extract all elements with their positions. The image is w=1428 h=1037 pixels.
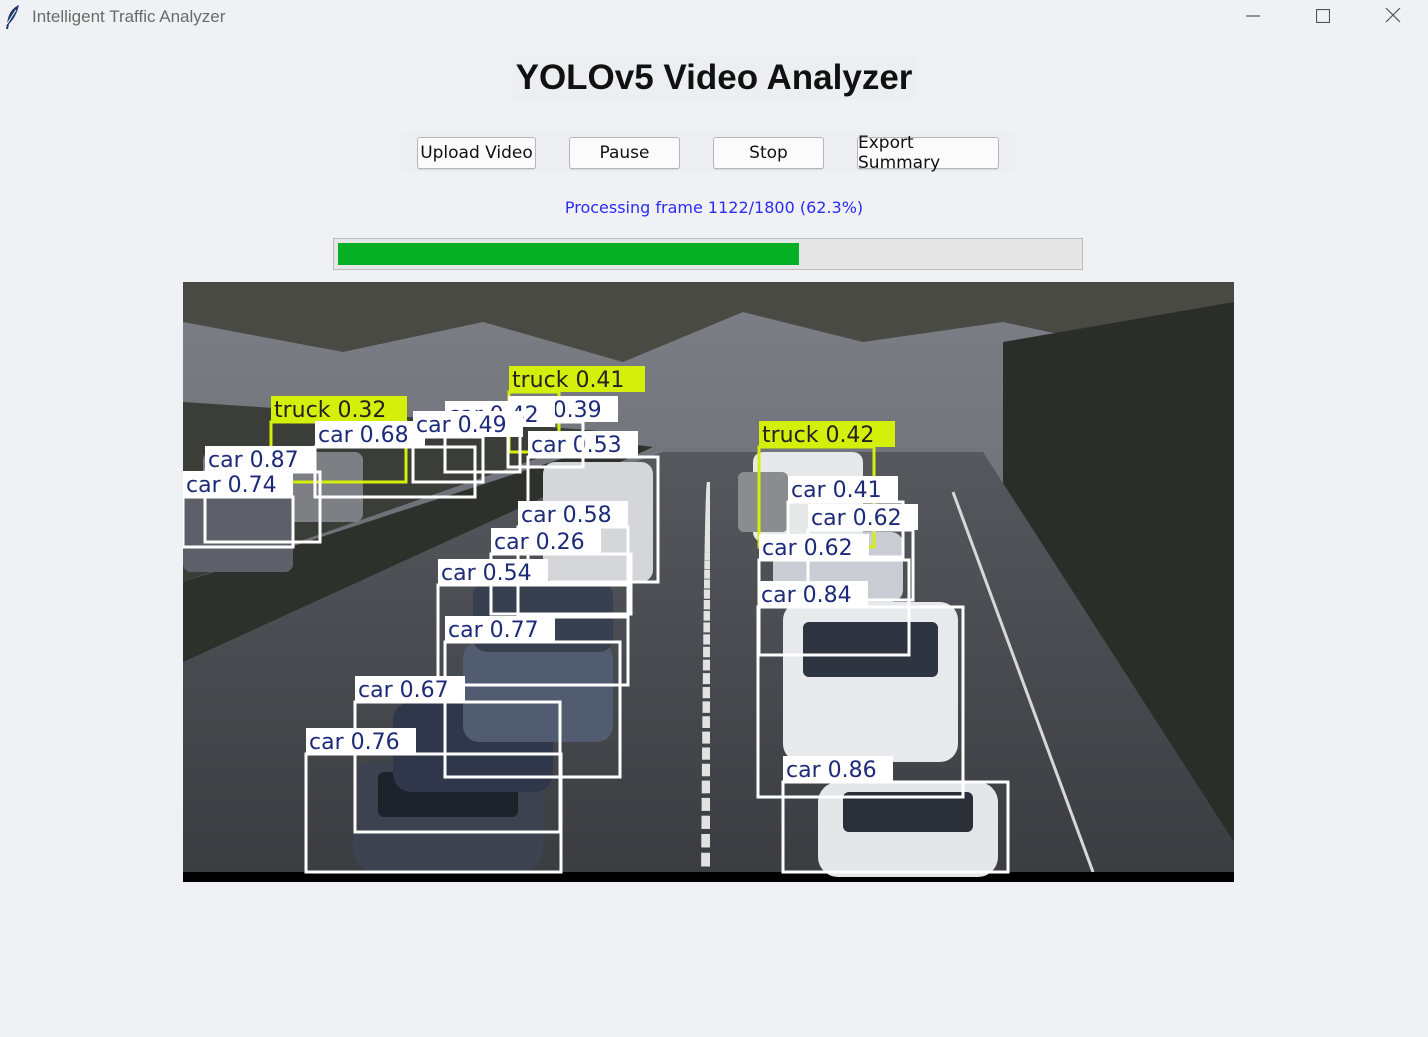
lane-dash [701, 852, 710, 867]
page-title: YOLOv5 Video Analyzer [511, 56, 917, 100]
lane-dash [705, 523, 710, 531]
video-canvas: truck 0.32 truck 0.41 truck 0.42 car 0.68 ca… [183, 282, 1234, 882]
detection-label: car 0.58 [521, 503, 612, 528]
lane-dash [704, 544, 710, 553]
minimize-icon [1246, 8, 1260, 27]
close-button[interactable] [1358, 0, 1428, 34]
lane-dash [704, 579, 710, 589]
detection-label: car 0.76 [309, 730, 400, 755]
lane-dash [701, 833, 710, 848]
lane-dash [703, 646, 710, 658]
export-summary-button[interactable]: Export Summary [857, 133, 999, 173]
lane-dash [701, 763, 710, 777]
lane-dash [703, 634, 710, 645]
close-icon [1385, 7, 1401, 27]
minimize-button[interactable] [1218, 0, 1288, 34]
upload-video-button[interactable]: Upload Video [417, 137, 536, 169]
stop-button[interactable]: Stop [713, 137, 824, 169]
lane-dash [704, 536, 710, 545]
detection-label: car 0.68 [318, 423, 409, 448]
window-title: Intelligent Traffic Analyzer [32, 7, 226, 26]
detection-label: car 0.49 [416, 413, 507, 438]
lane-dash [702, 673, 710, 685]
lane-dash [704, 560, 710, 570]
lane-dash [704, 569, 710, 579]
lane-dash [704, 529, 710, 538]
detection-label: truck 0.42 [762, 423, 874, 448]
detection-label: car 0.84 [761, 583, 852, 608]
detection-label: car 0.54 [441, 561, 532, 586]
title-bar: Intelligent Traffic Analyzer [0, 0, 1428, 34]
progress-bar [333, 238, 1083, 270]
detection-label: car 0.77 [448, 618, 539, 643]
pause-button[interactable]: Pause [569, 137, 680, 169]
button-bar: Upload Video Pause Stop Export Summary [401, 132, 1015, 173]
lane-dash [702, 747, 710, 760]
lane-dash [701, 780, 710, 794]
detection-label: truck 0.32 [274, 398, 386, 423]
lane-dash [702, 701, 710, 713]
detection-label: car 0.53 [531, 433, 622, 458]
progress-fill [338, 243, 799, 265]
lane-dash [703, 610, 710, 621]
lane-dash [701, 815, 710, 829]
lane-dash [702, 716, 710, 728]
lane-dash [703, 589, 710, 599]
processing-status: Processing frame 1122/1800 (62.3%) [564, 198, 864, 217]
detection-label: car 0.87 [208, 448, 299, 473]
video-frame: truck 0.32 truck 0.41 truck 0.42 car 0.68 ca… [183, 282, 1234, 882]
lane-dash [702, 659, 710, 671]
heading-row: YOLOv5 Video Analyzer [0, 56, 1428, 100]
maximize-icon [1315, 8, 1331, 27]
detection-label: truck 0.41 [512, 368, 624, 393]
lane-dash [705, 517, 710, 525]
app-window: Intelligent Traffic Analyzer YOLOv5 Vide… [0, 0, 1428, 1037]
lane-dash [701, 797, 710, 811]
maximize-button[interactable] [1288, 0, 1358, 34]
lane-dash [703, 599, 710, 610]
lane-dash [703, 622, 710, 633]
detection-label: car 0.41 [791, 478, 882, 503]
lane-dash [702, 686, 710, 699]
detection-label: car 0.67 [358, 678, 449, 703]
lane-dash [704, 552, 710, 561]
lane-dash [702, 731, 710, 744]
detection-label: car 0.62 [762, 536, 853, 561]
detection-label: car 0.74 [186, 473, 277, 498]
detection-label: car 0.62 [811, 506, 902, 531]
detection-label: car 0.26 [494, 530, 585, 555]
detection-label: car 0.86 [786, 758, 877, 783]
feather-icon [4, 4, 22, 30]
